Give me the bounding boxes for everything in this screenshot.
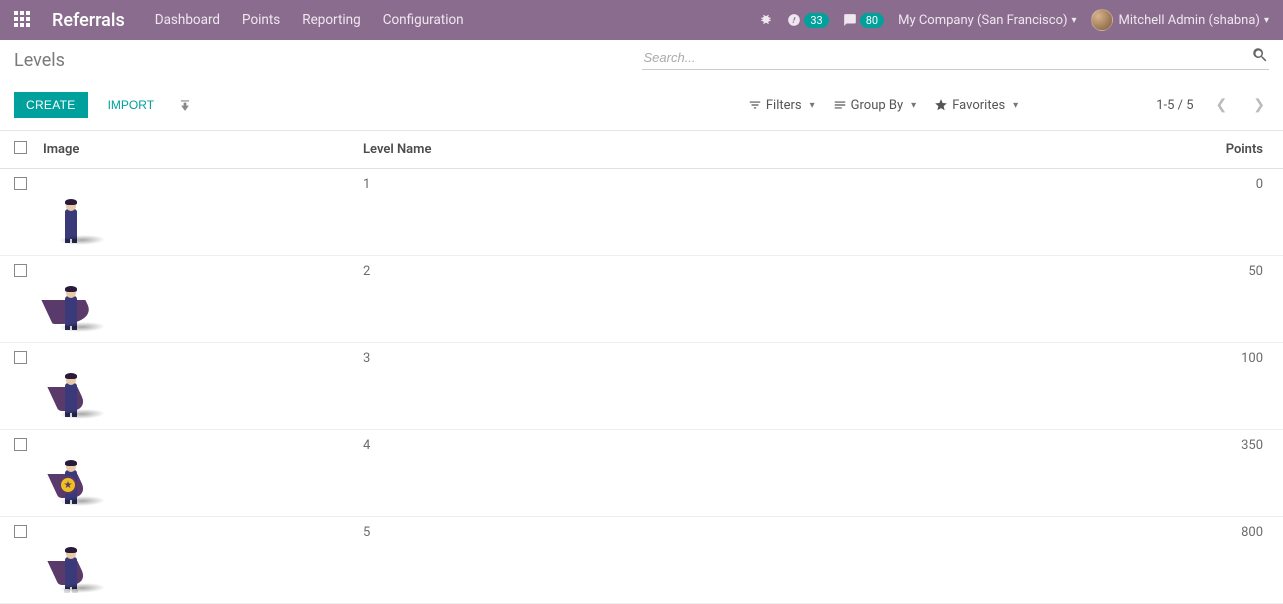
favorites-label: Favorites <box>952 98 1005 113</box>
row-checkbox[interactable] <box>14 351 27 364</box>
cell-points: 350 <box>878 430 1283 517</box>
nav-reporting[interactable]: Reporting <box>302 12 360 28</box>
navbar: Referrals Dashboard Points Reporting Con… <box>0 0 1283 40</box>
app-brand[interactable]: Referrals <box>52 10 125 31</box>
activity-icon[interactable]: 33 <box>787 13 828 28</box>
favorites-button[interactable]: Favorites▾ <box>934 98 1018 113</box>
cell-points: 50 <box>878 256 1283 343</box>
control-row: Levels <box>0 40 1283 84</box>
debug-icon[interactable] <box>759 13 773 27</box>
messages-icon[interactable]: 80 <box>843 13 884 28</box>
activity-badge: 33 <box>804 13 828 28</box>
select-all-checkbox[interactable] <box>14 141 27 154</box>
groupby-label: Group By <box>851 98 904 113</box>
row-checkbox[interactable] <box>14 264 27 277</box>
messages-badge: 80 <box>860 13 884 28</box>
filters-label: Filters <box>766 98 802 113</box>
level-avatar-icon <box>43 177 103 247</box>
col-points[interactable]: Points <box>878 131 1283 169</box>
col-level-name[interactable]: Level Name <box>355 131 878 169</box>
col-image[interactable]: Image <box>35 131 355 169</box>
breadcrumb: Levels <box>14 46 65 71</box>
pager-next-icon[interactable]: ❯ <box>1249 97 1269 113</box>
user-name: Mitchell Admin (shabna) <box>1119 13 1260 28</box>
row-checkbox[interactable] <box>14 525 27 538</box>
company-name: My Company (San Francisco) <box>898 13 1067 28</box>
row-checkbox[interactable] <box>14 177 27 190</box>
levels-table: Image Level Name Points 102503100★435058… <box>0 131 1283 604</box>
level-avatar-icon: ★ <box>43 438 103 508</box>
table-row[interactable]: ★ 4350 <box>0 430 1283 517</box>
level-avatar-icon <box>43 351 103 421</box>
level-avatar-icon <box>43 525 103 595</box>
user-menu[interactable]: Mitchell Admin (shabna)▾ <box>1091 9 1269 31</box>
cell-level-name: 2 <box>355 256 878 343</box>
table-row[interactable]: 250 <box>0 256 1283 343</box>
import-button[interactable]: IMPORT <box>96 92 166 118</box>
create-button[interactable]: CREATE <box>14 92 88 118</box>
table-row[interactable]: 3100 <box>0 343 1283 430</box>
filter-group: Filters▾ Group By▾ Favorites▾ 1-5 / 5 ❮ … <box>748 97 1269 113</box>
search-input[interactable] <box>642 46 1270 70</box>
filters-button[interactable]: Filters▾ <box>748 98 815 113</box>
table-row[interactable]: 5800 <box>0 517 1283 604</box>
cell-level-name: 3 <box>355 343 878 430</box>
cell-points: 800 <box>878 517 1283 604</box>
nav-links: Dashboard Points Reporting Configuration <box>155 12 464 28</box>
groupby-button[interactable]: Group By▾ <box>833 98 917 113</box>
cell-level-name: 4 <box>355 430 878 517</box>
pager-text: 1-5 / 5 <box>1156 98 1193 113</box>
nav-right: 33 80 My Company (San Francisco)▾ Mitche… <box>759 9 1269 31</box>
table-row[interactable]: 10 <box>0 169 1283 256</box>
download-icon[interactable] <box>178 98 192 113</box>
apps-icon[interactable] <box>14 11 32 29</box>
row-checkbox[interactable] <box>14 438 27 451</box>
user-avatar-icon <box>1091 9 1113 31</box>
nav-points[interactable]: Points <box>242 12 280 28</box>
level-avatar-icon <box>43 264 103 334</box>
pager: 1-5 / 5 ❮ ❯ <box>1156 97 1269 113</box>
cell-level-name: 5 <box>355 517 878 604</box>
nav-dashboard[interactable]: Dashboard <box>155 12 220 28</box>
search-icon[interactable] <box>1251 46 1269 64</box>
company-switcher[interactable]: My Company (San Francisco)▾ <box>898 13 1076 28</box>
pager-prev-icon[interactable]: ❮ <box>1212 97 1232 113</box>
search-area <box>642 46 1270 70</box>
cell-points: 0 <box>878 169 1283 256</box>
cell-level-name: 1 <box>355 169 878 256</box>
toolbar: CREATE IMPORT Filters▾ Group By▾ Favorit… <box>0 84 1283 131</box>
nav-configuration[interactable]: Configuration <box>383 12 464 28</box>
cell-points: 100 <box>878 343 1283 430</box>
